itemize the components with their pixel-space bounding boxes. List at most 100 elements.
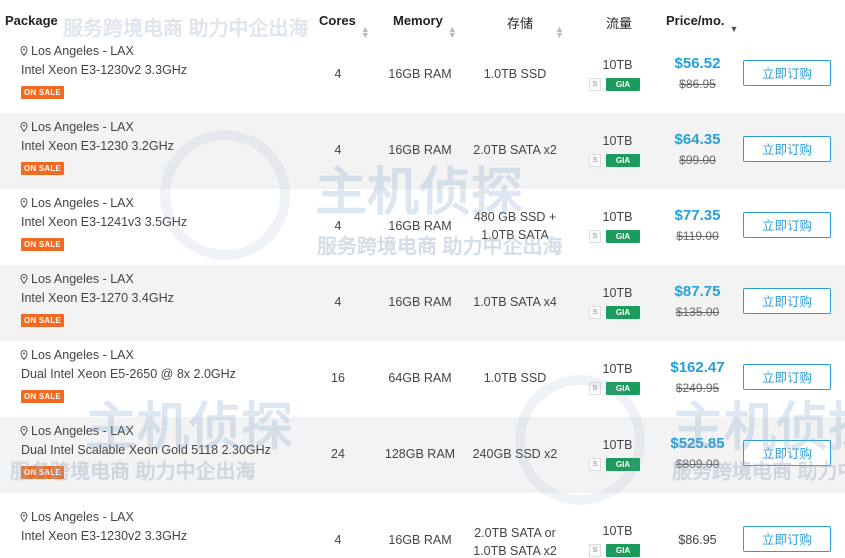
cpu-model: Intel Xeon E3-1241v3 3.5GHz bbox=[21, 215, 188, 229]
col-price: Price/mo. bbox=[666, 13, 725, 28]
on-sale-badge: ON SALE bbox=[21, 390, 64, 403]
location-label: Los Angeles - LAX bbox=[31, 196, 134, 210]
original-price: $249.95 bbox=[675, 381, 720, 395]
memory-value: 16GB RAM bbox=[388, 143, 452, 157]
s-tag: S bbox=[589, 382, 601, 395]
sale-price: $77.35 bbox=[674, 207, 721, 224]
location-label: Los Angeles - LAX bbox=[31, 120, 134, 134]
col-memory-wrap[interactable]: Memory ▲ ▼ bbox=[393, 13, 457, 40]
sale-price: $87.75 bbox=[674, 283, 721, 300]
original-price: $86.95 bbox=[679, 77, 716, 91]
on-sale-badge: ON SALE bbox=[21, 86, 64, 99]
location-text: Los Angeles - LAX bbox=[20, 120, 134, 134]
col-traffic: 流量 bbox=[606, 16, 633, 31]
original-price: $135.00 bbox=[675, 305, 720, 319]
cpu-model: Intel Xeon E3-1230 3.2GHz bbox=[21, 139, 174, 153]
gia-badge: GIA bbox=[606, 230, 640, 243]
col-cores-wrap[interactable]: Cores ▲ ▼ bbox=[319, 13, 370, 40]
location-text: Los Angeles - LAX bbox=[20, 196, 134, 210]
sale-price: $525.85 bbox=[670, 435, 725, 452]
price: $86.95 bbox=[678, 533, 717, 547]
order-now-button[interactable]: 立即订购 bbox=[743, 212, 831, 238]
storage-value: 1.0TB SSD bbox=[483, 67, 547, 81]
table-header: Package Cores ▲ ▼ Memory ▲ ▼ 存储 ▲ ▼ 流量 Price/m… bbox=[0, 0, 845, 40]
memory-value: 16GB RAM bbox=[388, 67, 452, 81]
order-now-button[interactable]: 立即订购 bbox=[743, 440, 831, 466]
map-pin-icon bbox=[20, 273, 28, 285]
memory-value: 16GB RAM bbox=[388, 295, 452, 309]
col-package[interactable]: Package bbox=[5, 13, 58, 28]
storage-value-line2: 1.0TB SATA bbox=[481, 228, 549, 242]
location-text: Los Angeles - LAX bbox=[20, 44, 134, 58]
location-text: Los Angeles - LAX bbox=[20, 272, 134, 286]
location-label: Los Angeles - LAX bbox=[31, 510, 134, 524]
cpu-model: Intel Xeon E3-1270 3.4GHz bbox=[21, 291, 174, 305]
storage-value-line2: 1.0TB SATA x2 bbox=[473, 544, 557, 558]
on-sale-badge: ON SALE bbox=[21, 238, 64, 251]
col-storage-wrap[interactable]: 存储 ▲ ▼ bbox=[507, 13, 564, 40]
traffic-value: 10TB bbox=[602, 286, 633, 300]
location-text: Los Angeles - LAX bbox=[20, 510, 134, 524]
order-now-button[interactable]: 立即订购 bbox=[743, 288, 831, 314]
table-row: Los Angeles - LAX Intel Xeon E3-1230v2 3.… bbox=[0, 493, 845, 558]
order-now-button[interactable]: 立即订购 bbox=[743, 136, 831, 162]
cores-value: 4 bbox=[334, 219, 342, 233]
table-row: Los Angeles - LAX Dual Intel Scalable Xeo… bbox=[0, 417, 845, 493]
memory-value: 16GB RAM bbox=[388, 219, 452, 233]
original-price: $119.00 bbox=[676, 229, 719, 243]
cores-value: 4 bbox=[334, 295, 342, 309]
storage-value: 1.0TB SATA x4 bbox=[473, 295, 557, 309]
original-price: $809.00 bbox=[675, 457, 720, 471]
location-label: Los Angeles - LAX bbox=[31, 424, 134, 438]
map-pin-icon bbox=[20, 45, 28, 57]
col-cores: Cores bbox=[319, 13, 356, 28]
original-price: $99.00 bbox=[679, 153, 716, 167]
cpu-model: Intel Xeon E3-1230v2 3.3GHz bbox=[21, 63, 188, 77]
cores-value: 16 bbox=[331, 371, 345, 385]
col-price-wrap[interactable]: Price/mo. ▼ bbox=[666, 13, 738, 34]
s-tag: S bbox=[589, 544, 601, 557]
gia-badge: GIA bbox=[606, 458, 640, 471]
cores-value: 4 bbox=[334, 143, 342, 157]
storage-value: 2.0TB SATA or bbox=[474, 526, 556, 540]
table-row: Los Angeles - LAX Dual Intel Xeon E5-2650… bbox=[0, 341, 845, 417]
cores-value: 4 bbox=[334, 67, 342, 81]
gia-badge: GIA bbox=[606, 382, 640, 395]
map-pin-icon bbox=[20, 349, 28, 361]
traffic-value: 10TB bbox=[602, 524, 633, 538]
order-now-button[interactable]: 立即订购 bbox=[743, 526, 831, 552]
s-tag: S bbox=[589, 230, 601, 243]
location-label: Los Angeles - LAX bbox=[31, 348, 134, 362]
gia-badge: GIA bbox=[606, 306, 640, 319]
table-row: Los Angeles - LAX Intel Xeon E3-1230v2 3.… bbox=[0, 37, 845, 113]
s-tag: S bbox=[589, 306, 601, 319]
map-pin-icon bbox=[20, 511, 28, 523]
on-sale-badge: ON SALE bbox=[21, 162, 64, 175]
order-now-button[interactable]: 立即订购 bbox=[743, 364, 831, 390]
memory-value: 128GB RAM bbox=[384, 447, 456, 461]
sale-price: $56.52 bbox=[674, 55, 721, 72]
table-row: Los Angeles - LAX Intel Xeon E3-1241v3 3.… bbox=[0, 189, 845, 265]
s-tag: S bbox=[589, 458, 601, 471]
order-now-button[interactable]: 立即订购 bbox=[743, 60, 831, 86]
col-storage: 存储 bbox=[507, 16, 534, 31]
location-label: Los Angeles - LAX bbox=[31, 272, 134, 286]
on-sale-badge: ON SALE bbox=[21, 466, 64, 479]
cpu-model: Dual Intel Xeon E5-2650 @ 8x 2.0GHz bbox=[21, 367, 236, 381]
map-pin-icon bbox=[20, 425, 28, 437]
gia-badge: GIA bbox=[606, 544, 640, 557]
traffic-value: 10TB bbox=[602, 58, 633, 72]
storage-value: 2.0TB SATA x2 bbox=[473, 143, 557, 157]
cpu-model: Intel Xeon E3-1230v2 3.3GHz bbox=[21, 529, 188, 543]
memory-value: 64GB RAM bbox=[388, 371, 452, 385]
s-tag: S bbox=[589, 154, 601, 167]
location-label: Los Angeles - LAX bbox=[31, 44, 134, 58]
location-text: Los Angeles - LAX bbox=[20, 348, 134, 362]
cpu-model: Dual Intel Scalable Xeon Gold 5118 2.30G… bbox=[21, 443, 271, 457]
map-pin-icon bbox=[20, 121, 28, 133]
sale-price: $162.47 bbox=[670, 359, 725, 376]
traffic-value: 10TB bbox=[602, 210, 633, 224]
s-tag: S bbox=[589, 78, 601, 91]
storage-value: 480 GB SSD + bbox=[473, 210, 557, 224]
sale-price: $64.35 bbox=[674, 131, 721, 148]
